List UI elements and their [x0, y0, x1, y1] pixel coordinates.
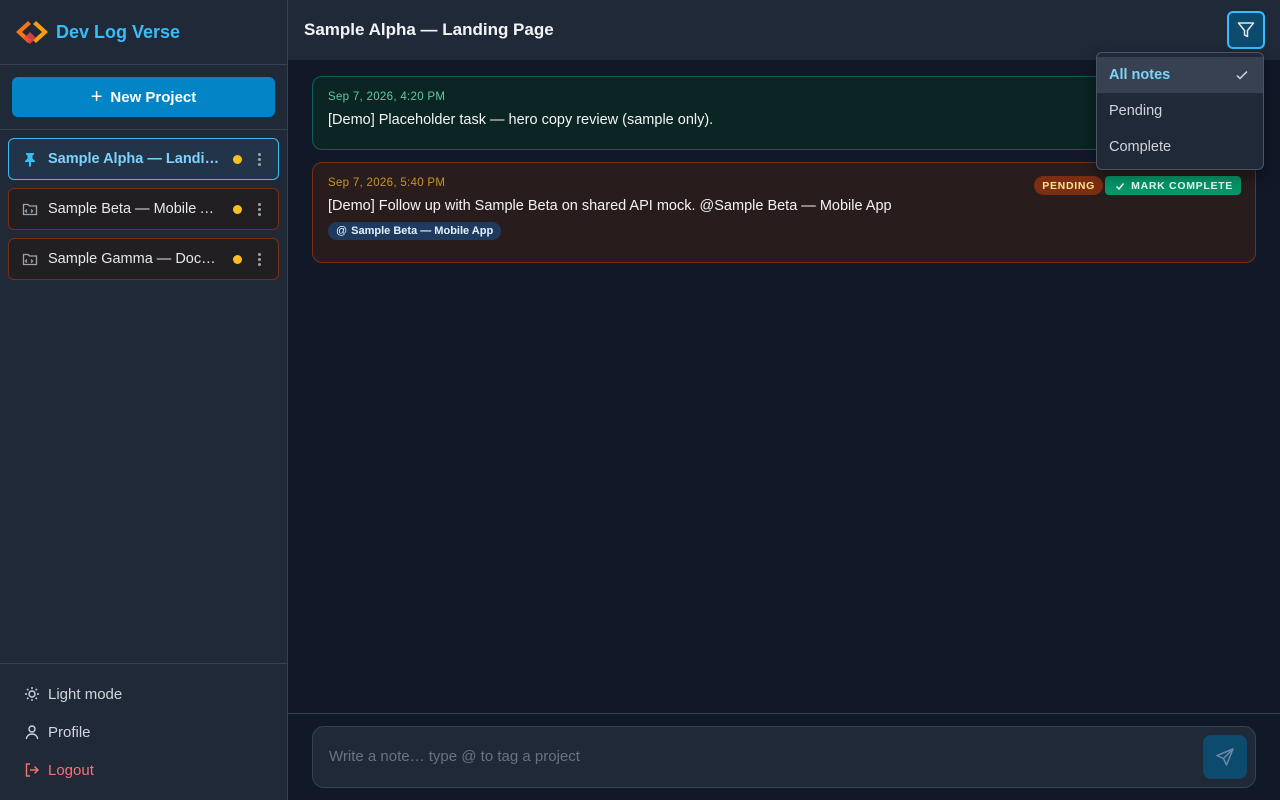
- status-badge: PENDING: [1034, 176, 1103, 195]
- mark-complete-button[interactable]: MARK COMPLETE: [1105, 176, 1241, 195]
- new-project-button[interactable]: + New Project: [12, 77, 275, 117]
- light-mode-button[interactable]: Light mode: [0, 675, 287, 713]
- note-input[interactable]: [329, 745, 1189, 767]
- pending-dot: [233, 204, 242, 214]
- logout-icon: [25, 763, 39, 777]
- sidebar-footer: Light mode Profile Logout: [0, 663, 287, 800]
- filter-option-label: Pending: [1109, 103, 1163, 119]
- sun-icon: [25, 687, 39, 701]
- folder-icon: [22, 203, 38, 216]
- check-icon: [1116, 182, 1125, 190]
- new-project-label: New Project: [110, 88, 197, 106]
- profile-button[interactable]: Profile: [0, 713, 287, 751]
- app-name: Dev Log Verse: [56, 21, 181, 42]
- filter-button[interactable]: [1227, 11, 1265, 49]
- send-icon: [1216, 748, 1234, 766]
- project-tag-label: Sample Beta — Mobile App: [351, 225, 494, 237]
- note-card[interactable]: Sep 7, 2026, 5:40 PM PENDING MARK COMPLE…: [312, 162, 1256, 263]
- new-project-section: + New Project: [0, 65, 287, 130]
- more-options-icon[interactable]: [252, 152, 266, 166]
- page-title: Sample Alpha — Landing Page: [304, 20, 554, 39]
- project-label: Sample Beta — Mobile App: [48, 201, 221, 217]
- note-text: [Demo] Follow up with Sample Beta on sha…: [328, 198, 892, 214]
- pending-dot: [233, 254, 242, 264]
- code-logo-icon: [16, 21, 48, 44]
- pending-dot: [233, 154, 242, 164]
- project-item[interactable]: Sample Beta — Mobile App: [8, 188, 279, 230]
- filter-option-complete[interactable]: Complete: [1097, 129, 1263, 165]
- light-mode-label: Light mode: [48, 685, 123, 703]
- project-item[interactable]: Sample Gamma — Docs Site: [8, 238, 279, 280]
- user-icon: [25, 725, 39, 740]
- mark-complete-label: MARK COMPLETE: [1131, 179, 1233, 192]
- more-options-icon[interactable]: [252, 252, 266, 266]
- filter-option-label: Complete: [1109, 139, 1172, 155]
- plus-icon: +: [90, 86, 103, 108]
- at-icon: @: [336, 225, 348, 237]
- project-tag[interactable]: @ Sample Beta — Mobile App: [328, 222, 502, 240]
- composer-area: [288, 713, 1280, 800]
- filter-option-pending[interactable]: Pending: [1097, 93, 1263, 129]
- project-label: Sample Gamma — Docs Site: [48, 251, 221, 267]
- brand[interactable]: Dev Log Verse: [0, 0, 287, 65]
- logout-label: Logout: [48, 761, 94, 779]
- note-timestamp: Sep 7, 2026, 5:40 PM: [328, 177, 446, 189]
- project-list: Sample Alpha — Landing Page Sample Beta …: [0, 130, 287, 296]
- check-icon: [1236, 70, 1248, 80]
- filter-menu: All notes Pending Complete: [1096, 52, 1264, 170]
- profile-label: Profile: [48, 723, 91, 741]
- send-button[interactable]: [1203, 735, 1247, 779]
- filter-option-all[interactable]: All notes: [1097, 57, 1263, 93]
- header: Sample Alpha — Landing Page: [288, 0, 1280, 60]
- filter-icon: [1237, 22, 1255, 38]
- folder-icon: [22, 253, 38, 266]
- sidebar: Dev Log Verse + New Project Sample Alpha…: [0, 0, 288, 800]
- composer: [312, 726, 1256, 788]
- project-label: Sample Alpha — Landing Page: [48, 151, 221, 167]
- logout-button[interactable]: Logout: [0, 751, 287, 789]
- project-item[interactable]: Sample Alpha — Landing Page: [8, 138, 279, 180]
- pin-icon: [25, 153, 35, 167]
- more-options-icon[interactable]: [252, 202, 266, 216]
- filter-option-label: All notes: [1109, 67, 1171, 83]
